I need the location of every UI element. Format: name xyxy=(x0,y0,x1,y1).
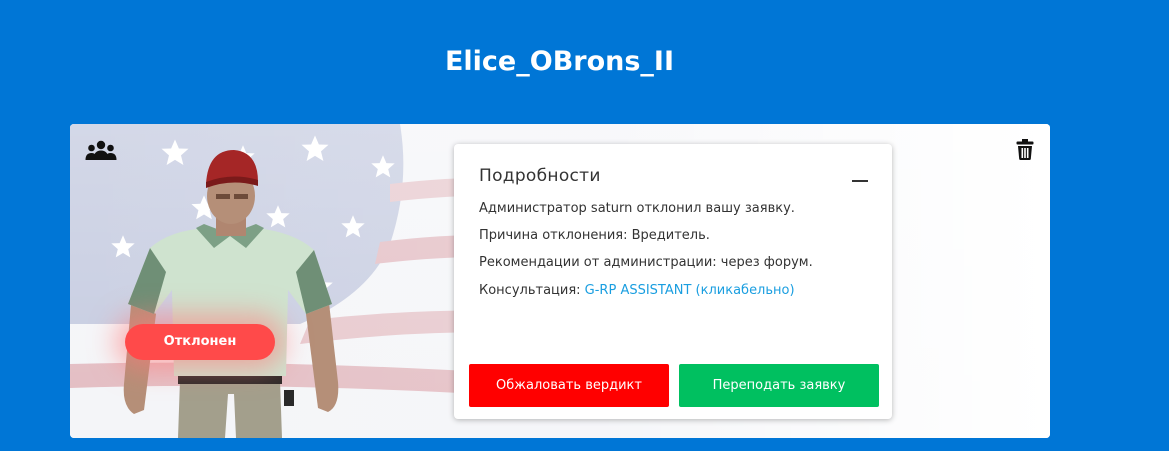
admin-recommendation-text: Рекомендации от администрации: через фор… xyxy=(479,255,813,270)
rejection-reason-text: Причина отклонения: Вредитель. xyxy=(479,228,710,243)
consultation-label: Консультация: xyxy=(479,283,585,298)
consultation-line: Консультация: G-RP ASSISTANT (кликабельн… xyxy=(479,283,795,298)
status-badge: Отклонен xyxy=(125,324,275,360)
character-skin-image xyxy=(123,150,339,438)
details-title: Подробности xyxy=(479,166,601,186)
page-title: Elice_OBrons_II xyxy=(444,46,675,77)
trash-icon[interactable] xyxy=(1015,138,1035,160)
minus-icon[interactable] xyxy=(852,180,868,182)
appeal-verdict-button[interactable]: Обжаловать вердикт xyxy=(469,364,669,407)
users-group-icon xyxy=(85,140,117,160)
details-panel: Подробности Администратор saturn отклони… xyxy=(454,144,892,419)
admin-decision-text: Администратор saturn отклонил вашу заявк… xyxy=(479,201,795,216)
application-card: Отклонен Подробности Администратор satur… xyxy=(70,124,1050,438)
assistant-link[interactable]: G-RP ASSISTANT (кликабельно) xyxy=(585,283,795,298)
resubmit-application-button[interactable]: Переподать заявку xyxy=(679,364,879,407)
